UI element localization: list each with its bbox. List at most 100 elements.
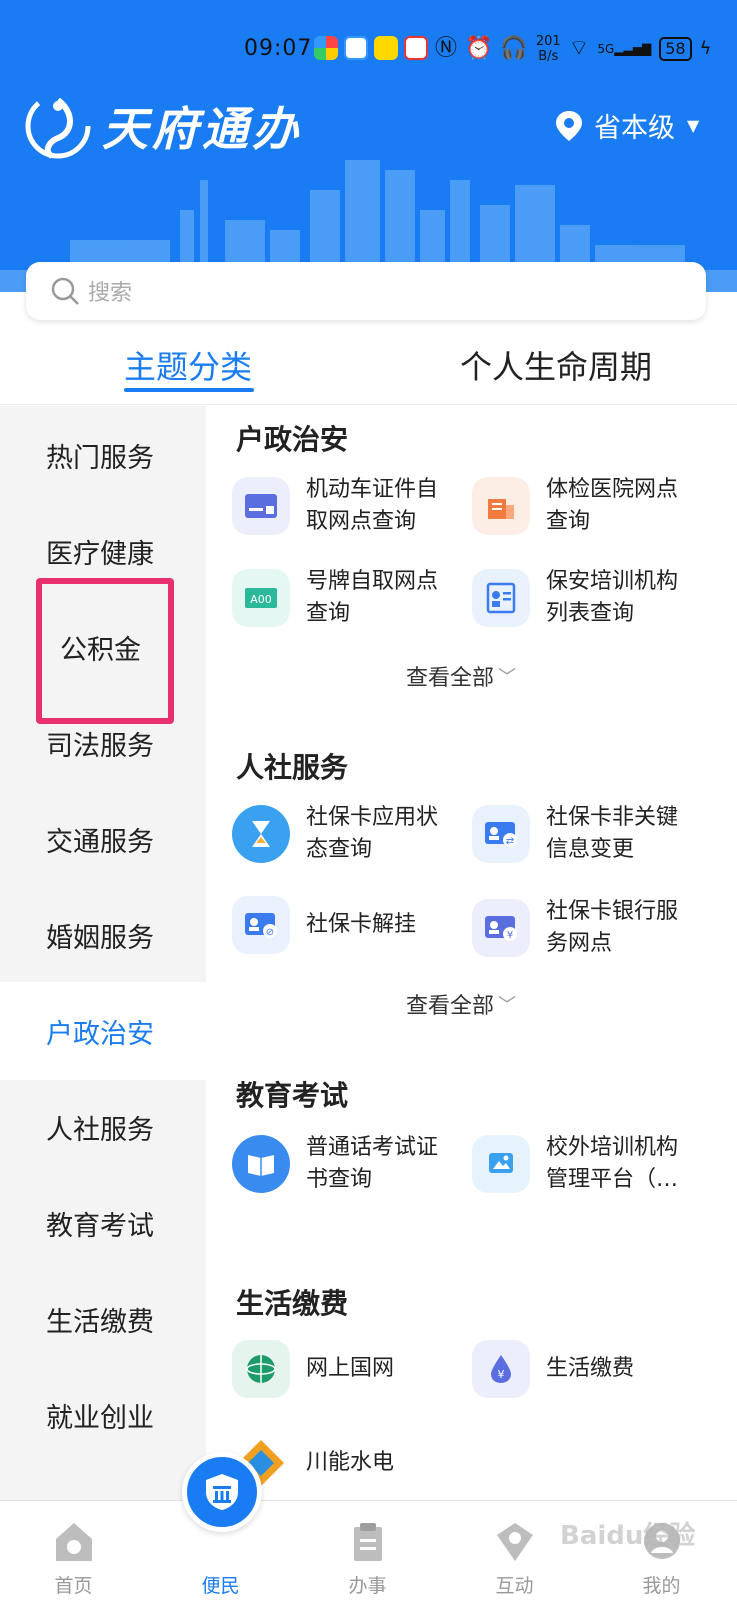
service-label: 校外培训机构管理平台（… [546,1135,679,1192]
app-logo: 天府通办 [24,92,302,160]
hourglass-icon [232,805,290,863]
annotation-highlight-box [36,578,174,724]
service-item[interactable]: 普通话考试证书查询 [232,1132,456,1196]
app-notification-icon [314,36,338,60]
card-bank-icon: ¥ [472,899,530,957]
location-label: 省本级 [594,113,675,144]
search-icon [51,277,79,305]
license-plate-icon: A00 [232,569,290,627]
sidebar-item-marriage[interactable]: 婚姻服务 [0,886,206,984]
sidebar-item-social-security[interactable]: 人社服务 [0,1078,206,1176]
app-notification-icon [374,36,398,60]
status-time: 09:07 [244,36,313,61]
app-header: 09:07 Ⓝ ⏰ 🎧 201 B/s ⌔ 5G▂▃▅▇ 58 ϟ 天府通办 省… [0,0,737,292]
service-item[interactable]: A00 号牌自取网点查询 [232,566,456,630]
service-item[interactable]: 机动车证件自取网点查询 [232,474,456,538]
chevron-down-icon: ﹀ [498,995,517,1016]
services-content: 户政治安 机动车证件自取网点查询 体检医院网点查询 A00 号牌自取网点查询 保… [206,406,737,1500]
service-item[interactable]: 社保卡应用状态查询 [232,802,456,866]
sidebar-item-transport[interactable]: 交通服务 [0,790,206,888]
location-selector[interactable]: 省本级 ▼ [556,106,699,145]
interaction-icon [496,1523,533,1561]
view-all-button[interactable]: 查看全部 ﹀ [406,660,516,692]
card-unlink-icon: ⊘ [232,896,290,954]
service-label: 川能水电 [306,1450,395,1475]
active-tab-indicator [124,388,254,392]
section-title: 人社服务 [236,751,349,784]
water-drop-icon: ¥ [472,1340,530,1398]
id-card-icon [232,477,290,535]
location-pin-icon [556,110,582,141]
app-notification-icon [404,36,428,60]
svg-text:A00: A00 [250,593,272,606]
tab-topic-category[interactable]: 主题分类 [124,342,252,388]
sidebar-item-household-security[interactable]: 户政治安 [0,982,206,1080]
signal-label: 5G [597,42,615,56]
training-icon [472,1135,530,1193]
nav-label: 首页 [54,1575,93,1597]
service-label: 号牌自取网点查询 [306,569,439,626]
watermark: Baidu经验 [560,1521,696,1551]
service-label: 社保卡应用状态查询 [306,805,439,862]
signal-icon: 5G▂▃▅▇ [597,42,652,56]
card-edit-icon: ⇄ [472,805,530,863]
sidebar-item-hot-services[interactable]: 热门服务 [0,406,206,504]
service-item[interactable]: ¥ 生活缴费 [472,1340,696,1398]
service-label: 社保卡银行服务网点 [546,899,679,956]
service-label: 社保卡非关键信息变更 [546,805,679,862]
headphones-icon: 🎧 [500,36,528,61]
service-item[interactable]: 川能水电 [232,1434,456,1492]
profile-card-icon [472,569,530,627]
network-speed-unit: B/s [538,49,559,64]
sidebar-item-education[interactable]: 教育考试 [0,1174,206,1272]
wifi-icon: ⌔ [568,36,590,61]
svg-text:¥: ¥ [507,930,513,941]
document-icon [353,1523,382,1561]
service-label: 体检医院网点查询 [546,477,679,534]
category-tabs: 主题分类 个人生命周期 [0,330,737,405]
service-item[interactable]: 校外培训机构管理平台（… [472,1132,696,1196]
nav-affairs[interactable]: 办事 [294,1501,441,1600]
logo-swirl-icon [25,93,91,159]
convenience-center-button[interactable] [182,1452,262,1532]
search-placeholder: 搜索 [88,281,133,306]
view-all-label: 查看全部 [406,994,495,1019]
tab-life-cycle[interactable]: 个人生命周期 [460,342,652,388]
status-app-icons [314,36,428,60]
status-bar: 09:07 Ⓝ ⏰ 🎧 201 B/s ⌔ 5G▂▃▅▇ 58 ϟ [0,0,737,100]
state-grid-icon [232,1340,290,1398]
nav-home[interactable]: 首页 [0,1501,147,1600]
hospital-icon [472,477,530,535]
app-notification-icon [344,36,368,60]
svg-text:¥: ¥ [498,1368,505,1381]
nfc-icon: Ⓝ [435,36,458,61]
section-title: 教育考试 [236,1079,349,1112]
nav-label: 我的 [642,1575,681,1597]
service-item[interactable]: ¥ 社保卡银行服务网点 [472,896,696,960]
svg-text:⊘: ⊘ [266,927,274,938]
service-item[interactable]: 保安培训机构列表查询 [472,566,696,630]
service-label: 机动车证件自取网点查询 [306,477,439,534]
service-item[interactable]: ⇄ 社保卡非关键信息变更 [472,802,696,866]
sidebar-item-utilities[interactable]: 生活缴费 [0,1270,206,1368]
view-all-label: 查看全部 [406,666,495,691]
app-name: 天府通办 [102,102,302,156]
home-icon [55,1523,92,1561]
category-sidebar: 热门服务 医疗健康 公积金 司法服务 交通服务 婚姻服务 户政治安 人社服务 教… [0,406,206,1500]
building-shield-icon [206,1474,238,1510]
service-item[interactable]: 体检医院网点查询 [472,474,696,538]
sidebar-item-employment[interactable]: 就业创业 [0,1366,206,1464]
network-speed-value: 201 [535,34,561,49]
section-title: 户政治安 [236,423,349,456]
svg-text:⇄: ⇄ [506,836,514,847]
service-item[interactable]: ⊘ 社保卡解挂 [232,896,456,954]
search-bar[interactable]: 搜索 [26,262,706,320]
nav-label: 办事 [348,1575,387,1597]
nav-label: 便民 [201,1575,240,1597]
service-item[interactable]: 网上国网 [232,1340,456,1398]
view-all-button[interactable]: 查看全部 ﹀ [406,988,516,1020]
nav-label: 互动 [495,1575,534,1597]
service-label: 生活缴费 [546,1356,635,1381]
service-label: 保安培训机构列表查询 [546,569,679,626]
service-label: 网上国网 [306,1356,395,1381]
